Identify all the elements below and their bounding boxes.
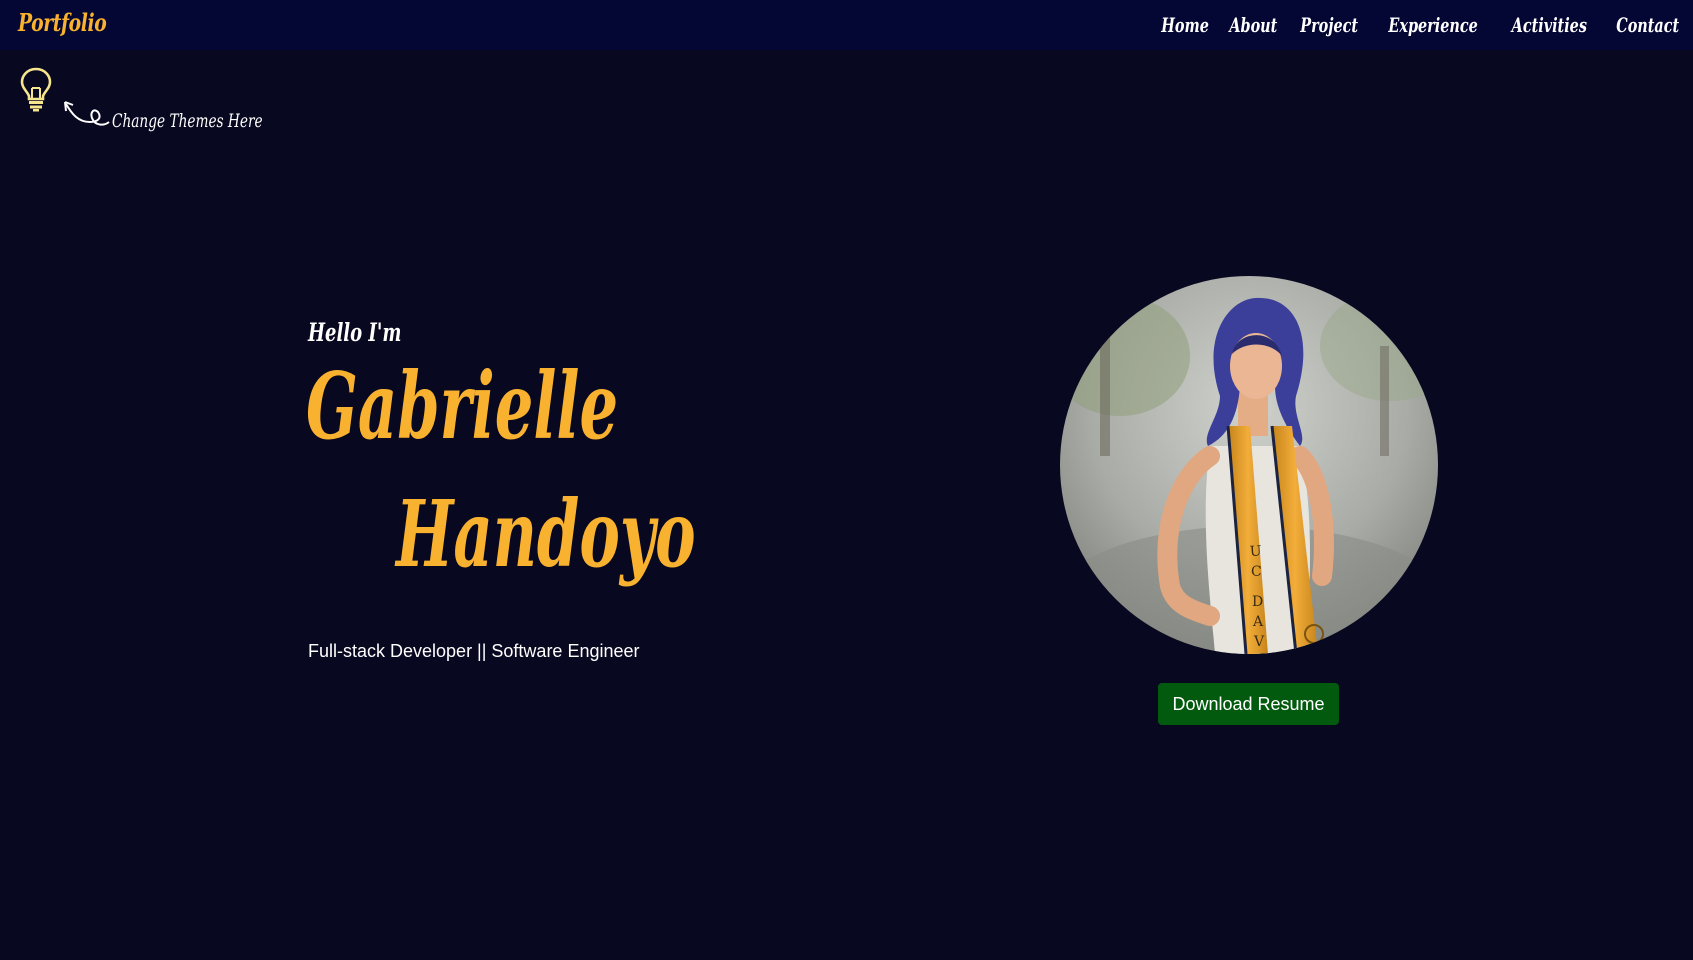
nav-link-activities[interactable]: Activities <box>1512 13 1587 37</box>
change-theme-hint: Change Themes Here <box>112 110 263 132</box>
first-name-heading: Gabrielle <box>306 352 619 460</box>
navbar: Portfolio Home About Project Experience … <box>0 0 1693 50</box>
role-tagline: Full-stack Developer || Software Enginee… <box>308 641 640 661</box>
last-name-heading: Handoyo <box>396 480 696 588</box>
lightbulb-icon[interactable] <box>18 66 54 112</box>
download-resume-button[interactable]: Download Resume <box>1158 683 1339 725</box>
brand-logo[interactable]: Portfolio <box>18 8 107 37</box>
curved-arrow-icon <box>64 100 110 132</box>
nav-link-project[interactable]: Project <box>1300 13 1358 37</box>
svg-text:V: V <box>1253 634 1265 650</box>
greeting-text: Hello I'm <box>308 318 402 347</box>
nav-link-contact[interactable]: Contact <box>1616 13 1679 37</box>
svg-text:D: D <box>1252 594 1263 610</box>
nav-link-experience[interactable]: Experience <box>1388 13 1477 37</box>
nav-links: Home About Project Experience Activities… <box>1160 12 1683 38</box>
profile-photo: U C D A V <box>1060 276 1438 654</box>
nav-link-home[interactable]: Home <box>1161 13 1209 37</box>
svg-text:U: U <box>1249 543 1262 560</box>
nav-link-about[interactable]: About <box>1229 13 1277 37</box>
svg-text:A: A <box>1252 614 1264 630</box>
svg-text:C: C <box>1251 564 1262 580</box>
